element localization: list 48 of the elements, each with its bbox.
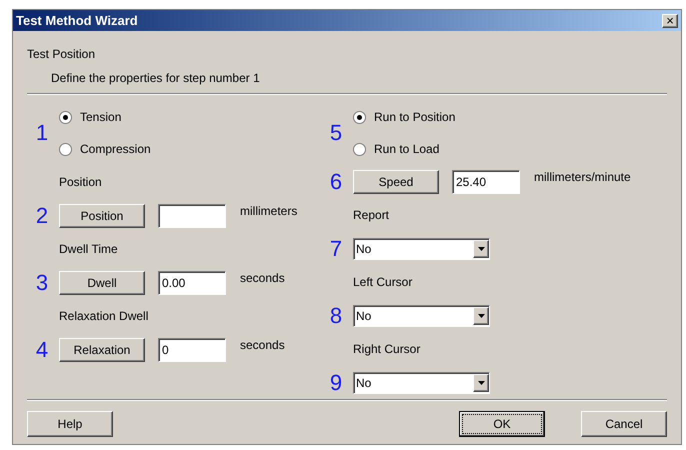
caret-icon — [473, 374, 489, 392]
dropdown[interactable]: No — [353, 372, 490, 394]
radio-button[interactable] — [353, 110, 366, 124]
input-field[interactable]: 0.00 — [158, 270, 226, 294]
radio-label[interactable]: Tension — [80, 108, 122, 126]
caret-icon — [473, 240, 489, 258]
dialog-button[interactable]: Help — [27, 411, 113, 437]
radio-label[interactable]: Run to Load — [374, 140, 440, 158]
action-button[interactable]: Position — [59, 204, 145, 228]
input-field[interactable]: 0 — [158, 338, 226, 362]
unit-label: seconds — [240, 337, 285, 354]
field-label: Relaxation Dwell — [59, 308, 148, 325]
step-number: 4 — [34, 338, 50, 360]
step-number: 6 — [328, 170, 344, 192]
action-button[interactable]: Relaxation — [59, 338, 145, 362]
field-label: Right Cursor — [353, 341, 420, 358]
action-button[interactable]: Speed — [353, 170, 439, 194]
step-number: 8 — [328, 304, 344, 326]
step-number: 9 — [328, 372, 344, 394]
field-label: Position — [59, 174, 102, 191]
dropdown[interactable]: No — [353, 304, 490, 326]
unit-label: seconds — [240, 270, 285, 287]
caret-icon — [473, 306, 489, 324]
step-number: 5 — [328, 122, 344, 144]
input-field[interactable] — [158, 204, 226, 228]
radio-button[interactable] — [59, 110, 72, 124]
field-label: Dwell Time — [59, 241, 118, 258]
step-number: 2 — [34, 204, 50, 226]
close-button[interactable]: × — [662, 14, 678, 28]
field-label: Left Cursor — [353, 274, 412, 291]
radio-label[interactable]: Run to Position — [374, 108, 456, 126]
radio-label[interactable]: Compression — [80, 140, 151, 158]
field-label: Report — [353, 207, 390, 224]
radio-button[interactable] — [59, 142, 72, 156]
action-button[interactable]: Dwell — [59, 270, 145, 294]
unit-label: millimeters — [240, 203, 298, 220]
dialog-button[interactable]: OK — [459, 411, 545, 437]
radio-button[interactable] — [353, 142, 366, 156]
window-title: Test Method Wizard — [16, 12, 138, 30]
section-subtitle: Define the properties for step number 1 — [51, 70, 261, 87]
step-number: 7 — [328, 238, 344, 260]
unit-label: millimeters/minute — [534, 169, 631, 186]
step-number: 3 — [34, 272, 50, 294]
section-title: Test Position — [27, 46, 96, 63]
dialog-button[interactable]: Cancel — [581, 411, 667, 437]
dropdown[interactable]: No — [353, 238, 490, 260]
step-number: 1 — [34, 122, 50, 144]
input-field[interactable]: 25.40 — [452, 170, 520, 194]
